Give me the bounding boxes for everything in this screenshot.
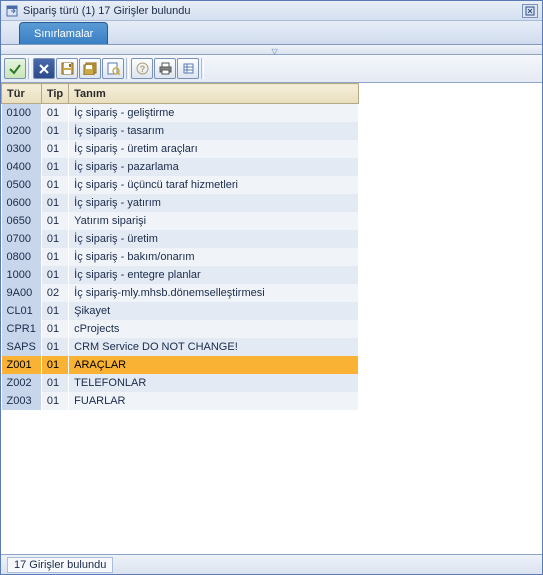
cell-type: 0700 (2, 230, 42, 248)
table-row[interactable]: 010001İç sipariş - geliştirme (2, 104, 359, 122)
export-button[interactable] (177, 58, 199, 79)
tab-restrictions[interactable]: Sınırlamalar (19, 22, 108, 44)
cell-type: Z002 (2, 374, 42, 392)
cell-desc: İç sipariş - entegre planlar (69, 266, 359, 284)
toolbar: ? (1, 55, 542, 83)
cell-kind: 01 (41, 158, 68, 176)
save-all-button[interactable] (79, 58, 101, 79)
help-button[interactable]: ? (131, 58, 153, 79)
table-row[interactable]: Z00301FUARLAR (2, 392, 359, 410)
cell-desc: FUARLAR (69, 392, 359, 410)
cell-desc: TELEFONLAR (69, 374, 359, 392)
divider-handle-icon: ▽ (272, 47, 278, 56)
table-row[interactable]: SAPS01CRM Service DO NOT CHANGE! (2, 338, 359, 356)
cell-desc: İç sipariş - pazarlama (69, 158, 359, 176)
toolbar-separator (28, 58, 31, 79)
cell-type: 0600 (2, 194, 42, 212)
cell-type: CL01 (2, 302, 42, 320)
cell-desc: ARAÇLAR (69, 356, 359, 374)
cell-type: SAPS (2, 338, 42, 356)
window-icon (5, 4, 19, 18)
cell-type: 0400 (2, 158, 42, 176)
cell-kind: 01 (41, 140, 68, 158)
cell-desc: CRM Service DO NOT CHANGE! (69, 338, 359, 356)
cell-type: 0100 (2, 104, 42, 122)
column-header-type[interactable]: Tür (2, 84, 42, 104)
table-row[interactable]: 100001İç sipariş - entegre planlar (2, 266, 359, 284)
table-row[interactable]: 060001İç sipariş - yatırım (2, 194, 359, 212)
table-row[interactable]: Z00201TELEFONLAR (2, 374, 359, 392)
print-button[interactable] (154, 58, 176, 79)
cell-desc: cProjects (69, 320, 359, 338)
dialog-window: Sipariş türü (1) 17 Girişler bulundu Sın… (0, 0, 543, 575)
cell-kind: 01 (41, 374, 68, 392)
toolbar-separator (126, 58, 129, 79)
accept-button[interactable] (4, 58, 26, 79)
cell-type: 1000 (2, 266, 42, 284)
status-text: 17 Girişler bulundu (7, 557, 113, 573)
cell-type: 0650 (2, 212, 42, 230)
table-row[interactable]: Z00101ARAÇLAR (2, 356, 359, 374)
cell-desc: Yatırım siparişi (69, 212, 359, 230)
save-button[interactable] (56, 58, 78, 79)
tab-strip: Sınırlamalar (1, 21, 542, 45)
toolbar-separator (201, 58, 204, 79)
cell-desc: İç sipariş - bakım/onarım (69, 248, 359, 266)
cell-kind: 01 (41, 302, 68, 320)
table-row[interactable]: CL0101Şikayet (2, 302, 359, 320)
cell-kind: 01 (41, 104, 68, 122)
cell-type: 9A00 (2, 284, 42, 302)
cell-desc: İç sipariş - geliştirme (69, 104, 359, 122)
table-header-row: Tür Tip Tanım (2, 84, 359, 104)
cell-type: 0300 (2, 140, 42, 158)
cell-desc: İç sipariş - tasarım (69, 122, 359, 140)
title-bar: Sipariş türü (1) 17 Girişler bulundu (1, 1, 542, 21)
cell-kind: 02 (41, 284, 68, 302)
table-row[interactable]: 9A0002İç sipariş-mly.mhsb.dönemselleştir… (2, 284, 359, 302)
cell-kind: 01 (41, 320, 68, 338)
table-row[interactable]: 065001Yatırım siparişi (2, 212, 359, 230)
new-search-button[interactable] (102, 58, 124, 79)
panel-divider[interactable]: ▽ (1, 45, 542, 55)
cell-desc: İç sipariş-mly.mhsb.dönemselleştirmesi (69, 284, 359, 302)
svg-text:?: ? (139, 64, 145, 74)
table-row[interactable]: CPR101cProjects (2, 320, 359, 338)
cancel-button[interactable] (33, 58, 55, 79)
cell-desc: İç sipariş - üçüncü taraf hizmetleri (69, 176, 359, 194)
table-row[interactable]: 070001İç sipariş - üretim (2, 230, 359, 248)
cell-type: 0200 (2, 122, 42, 140)
table-row[interactable]: 080001İç sipariş - bakım/onarım (2, 248, 359, 266)
table-row[interactable]: 020001İç sipariş - tasarım (2, 122, 359, 140)
cell-kind: 01 (41, 266, 68, 284)
column-header-kind[interactable]: Tip (41, 84, 68, 104)
cell-desc: Şikayet (69, 302, 359, 320)
window-title: Sipariş türü (1) 17 Girişler bulundu (23, 5, 522, 17)
column-header-desc[interactable]: Tanım (69, 84, 359, 104)
cell-desc: İç sipariş - yatırım (69, 194, 359, 212)
cell-kind: 01 (41, 356, 68, 374)
status-bar: 17 Girişler bulundu (1, 554, 542, 574)
cell-type: Z001 (2, 356, 42, 374)
cell-kind: 01 (41, 248, 68, 266)
cell-type: 0500 (2, 176, 42, 194)
cell-kind: 01 (41, 392, 68, 410)
table-row[interactable]: 030001İç sipariş - üretim araçları (2, 140, 359, 158)
cell-type: Z003 (2, 392, 42, 410)
cell-kind: 01 (41, 212, 68, 230)
close-button[interactable] (522, 4, 538, 18)
cell-desc: İç sipariş - üretim (69, 230, 359, 248)
cell-type: CPR1 (2, 320, 42, 338)
table-row[interactable]: 050001İç sipariş - üçüncü taraf hizmetle… (2, 176, 359, 194)
results-table: Tür Tip Tanım 010001İç sipariş - gelişti… (1, 83, 359, 410)
cell-desc: İç sipariş - üretim araçları (69, 140, 359, 158)
cell-kind: 01 (41, 176, 68, 194)
cell-kind: 01 (41, 194, 68, 212)
cell-kind: 01 (41, 230, 68, 248)
content-area: Tür Tip Tanım 010001İç sipariş - gelişti… (1, 83, 542, 554)
cell-type: 0800 (2, 248, 42, 266)
table-row[interactable]: 040001İç sipariş - pazarlama (2, 158, 359, 176)
cell-kind: 01 (41, 338, 68, 356)
cell-kind: 01 (41, 122, 68, 140)
tab-label: Sınırlamalar (34, 28, 93, 40)
